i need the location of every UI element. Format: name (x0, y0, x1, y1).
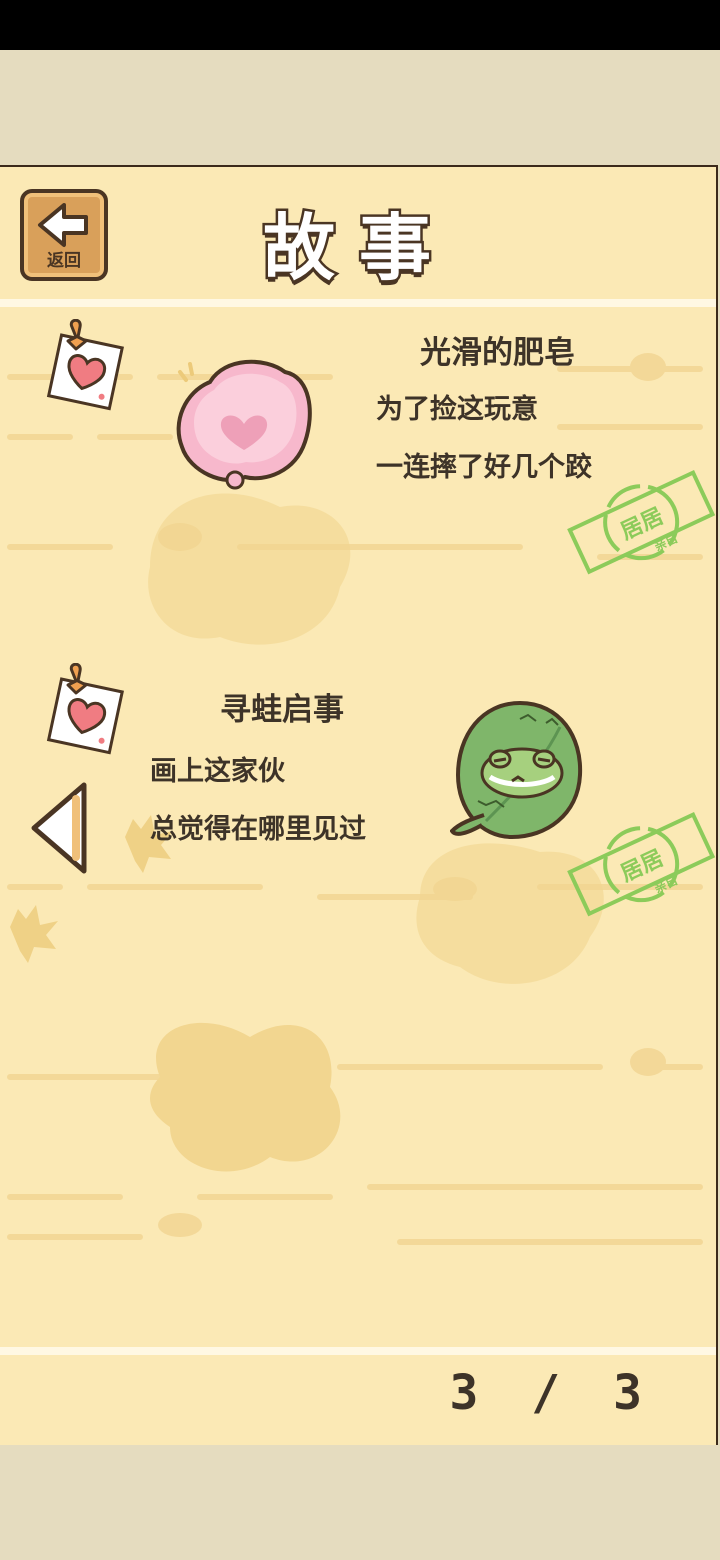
footer-divider (0, 1347, 716, 1355)
page-separator: / (531, 1365, 573, 1421)
total-pages: 3 (613, 1365, 654, 1421)
heart-note-icon (46, 319, 124, 411)
story-line: 一连摔了好几个跤 (376, 452, 592, 483)
story-panel: 返回 故事 光滑的肥皂 为了捡这玩意 一连摔了好几个跤 居居 亲自 寻蛙启事 画… (0, 165, 718, 1445)
previous-page-button[interactable] (26, 779, 92, 877)
story-line: 总觉得在哪里见过 (150, 814, 366, 845)
page-title: 故事 (260, 204, 455, 293)
story-line: 画上这家伙 (150, 756, 285, 787)
heart-note-icon (46, 663, 124, 755)
stamp-icon: 居居 亲自 (567, 469, 716, 575)
stamp-icon: 居居 亲自 (567, 811, 716, 917)
header-divider (0, 299, 716, 307)
soap-icon (176, 359, 312, 490)
story-title: 寻蛙启事 (220, 692, 344, 728)
story-line: 为了捡这玩意 (376, 394, 538, 425)
current-page: 3 (449, 1365, 491, 1421)
page-indicator: 3 / 3 (449, 1365, 654, 1421)
status-bar (0, 0, 720, 50)
story-title: 光滑的肥皂 (420, 335, 575, 371)
header-bar: 返回 故事 (0, 167, 716, 299)
